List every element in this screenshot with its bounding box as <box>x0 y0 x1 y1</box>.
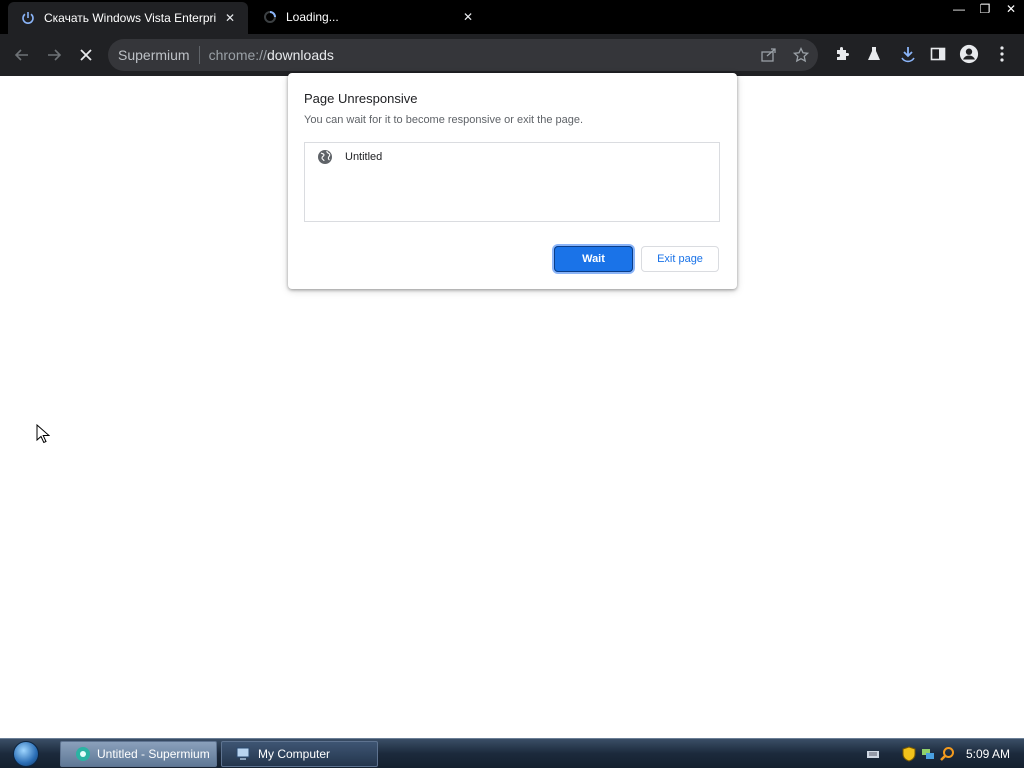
taskbar-item-supermium[interactable]: Untitled - Supermium <box>60 741 217 767</box>
tab-close-icon[interactable]: ✕ <box>460 9 476 25</box>
site-chip[interactable]: Supermium <box>118 47 190 63</box>
unresponsive-pages-list: Untitled <box>304 142 720 222</box>
close-window-button[interactable]: ✕ <box>998 0 1024 18</box>
start-button[interactable] <box>6 740 46 768</box>
search-icon[interactable] <box>939 746 955 762</box>
arrow-right-icon <box>48 49 62 61</box>
network-icon[interactable] <box>920 746 936 762</box>
share-icon[interactable] <box>760 47 778 63</box>
dialog-message: You can wait for it to become responsive… <box>304 114 584 126</box>
mouse-cursor-icon <box>36 423 51 449</box>
browser-toolbar: Supermium chrome://downloads <box>0 34 1024 76</box>
download-icon[interactable] <box>898 44 918 64</box>
clock[interactable]: 5:09 AM <box>966 747 1010 761</box>
page-title: Untitled <box>345 151 383 163</box>
taskbar-item-my-computer[interactable]: My Computer <box>221 741 378 767</box>
url-text[interactable]: chrome://downloads <box>209 47 334 63</box>
restore-button[interactable]: ❐ <box>972 0 998 18</box>
keyboard-icon[interactable] <box>865 746 881 762</box>
tab-loading[interactable]: Loading... ✕ <box>250 0 486 34</box>
tab-title: Скачать Windows Vista Enterpris <box>44 11 216 25</box>
page-unresponsive-dialog: Page Unresponsive You can wait for it to… <box>288 73 737 289</box>
supermium-icon <box>76 747 90 761</box>
bookmark-star-icon[interactable] <box>792 47 810 63</box>
window-controls: — ❐ ✕ <box>946 0 1024 20</box>
url-prefix: chrome:// <box>208 47 267 63</box>
taskbar-item-label: My Computer <box>258 747 331 761</box>
security-shield-icon[interactable] <box>901 746 917 762</box>
side-panel-icon[interactable] <box>928 44 948 64</box>
wait-button[interactable]: Wait <box>554 246 633 272</box>
tab-download-vista[interactable]: Скачать Windows Vista Enterpris ✕ <box>8 2 248 34</box>
computer-icon <box>236 747 250 760</box>
stop-loading-button[interactable] <box>72 42 100 68</box>
system-tray: 5:09 AM <box>865 739 1024 769</box>
close-icon <box>80 49 92 61</box>
power-icon <box>20 10 36 26</box>
list-item: Untitled <box>317 149 382 165</box>
dialog-title: Page Unresponsive <box>304 91 418 106</box>
taskbar: Untitled - Supermium My Computer 5:09 AM <box>0 738 1024 768</box>
exit-page-button[interactable]: Exit page <box>641 246 719 272</box>
address-bar[interactable]: Supermium chrome://downloads <box>108 39 818 71</box>
menu-kebab-icon[interactable] <box>992 44 1012 64</box>
profile-avatar-icon[interactable] <box>959 44 979 64</box>
flask-icon[interactable] <box>864 44 884 64</box>
extensions-icon[interactable] <box>832 44 852 64</box>
divider <box>198 46 200 64</box>
tab-title: Loading... <box>286 10 339 24</box>
forward-button[interactable] <box>40 42 68 68</box>
windows-logo-icon <box>13 741 39 767</box>
loading-spinner-icon <box>262 9 278 25</box>
arrow-left-icon <box>14 49 28 61</box>
tab-strip: Скачать Windows Vista Enterpris ✕ Loadin… <box>0 0 1024 34</box>
globe-icon <box>318 150 332 164</box>
back-button[interactable] <box>8 42 36 68</box>
taskbar-item-label: Untitled - Supermium <box>97 747 210 761</box>
tab-close-icon[interactable]: ✕ <box>222 10 238 26</box>
url-host: downloads <box>266 47 334 63</box>
minimize-button[interactable]: — <box>946 0 972 18</box>
